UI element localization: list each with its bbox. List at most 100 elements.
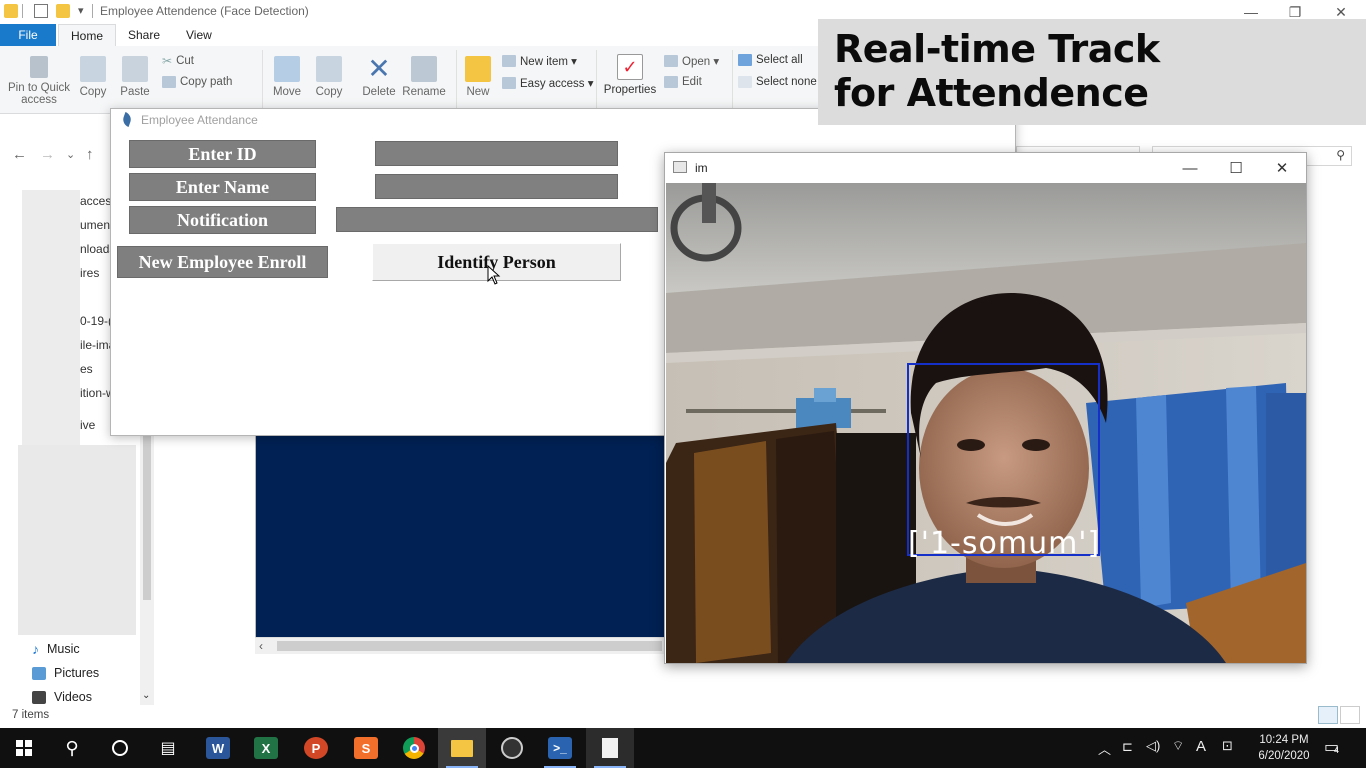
camera-window: im — ☐ ✕ ['1-somum'] bbox=[664, 152, 1307, 664]
select-none-label: Select none bbox=[756, 76, 817, 88]
id-input[interactable] bbox=[375, 141, 618, 166]
maximize-icon[interactable]: ☐ bbox=[1213, 155, 1259, 181]
app-icon bbox=[673, 161, 687, 173]
copy-path-button[interactable]: Copy path bbox=[162, 76, 232, 88]
task-view-icon[interactable]: ▤ bbox=[144, 728, 192, 768]
sublime-text-icon[interactable]: S bbox=[342, 728, 390, 768]
horizontal-scrollbar[interactable]: ‹ bbox=[255, 637, 665, 654]
nav-item-onedrive[interactable]: ive bbox=[80, 418, 95, 432]
move-to-button[interactable]: Move bbox=[270, 56, 304, 98]
nav-item-pictures-lib[interactable]: Pictures bbox=[32, 663, 99, 683]
tab-file[interactable]: File bbox=[0, 24, 56, 46]
properties-button[interactable]: ✓ Properties bbox=[602, 54, 658, 96]
new-folder-button[interactable]: New bbox=[462, 56, 494, 98]
action-icon[interactable]: ⊡ bbox=[1222, 738, 1233, 754]
close-icon[interactable]: ✕ bbox=[1259, 155, 1305, 181]
wifi-icon[interactable]: ⌔ bbox=[1172, 738, 1184, 754]
properties-icon: ✓ bbox=[617, 54, 643, 80]
nav-item-music[interactable]: ♪ Music bbox=[32, 639, 80, 659]
new-item-icon bbox=[502, 55, 516, 67]
tab-view[interactable]: View bbox=[174, 24, 224, 46]
notepad-icon[interactable] bbox=[586, 728, 634, 768]
input-language-icon[interactable]: A bbox=[1196, 738, 1206, 755]
large-icons-view-icon[interactable] bbox=[1340, 706, 1360, 724]
select-all-icon bbox=[738, 54, 752, 66]
tab-home[interactable]: Home bbox=[58, 24, 117, 46]
new-folder-quick-icon[interactable] bbox=[56, 4, 70, 18]
tab-share[interactable]: Share bbox=[116, 24, 172, 46]
scroll-left-icon[interactable]: ‹ bbox=[259, 639, 263, 653]
file-explorer-taskbar-icon[interactable] bbox=[438, 728, 486, 768]
copy-button[interactable]: Copy bbox=[76, 56, 110, 98]
videos-icon bbox=[32, 690, 46, 704]
network-icon[interactable]: ⊏ bbox=[1122, 739, 1133, 755]
select-none-button[interactable]: Select none bbox=[738, 76, 817, 88]
customize-quick-access-icon[interactable]: ▾ bbox=[78, 4, 84, 17]
video-caption-overlay: Real-time Track for Attendence bbox=[818, 19, 1366, 125]
open-button[interactable]: Open ▾ bbox=[664, 54, 719, 68]
search-icon: ⚲ bbox=[1336, 148, 1345, 162]
ribbon-separator bbox=[596, 50, 597, 110]
select-none-icon bbox=[738, 76, 752, 88]
horizontal-scrollbar-thumb[interactable] bbox=[277, 641, 662, 651]
volume-icon[interactable]: ◁) bbox=[1146, 738, 1160, 754]
delete-button[interactable]: ✕ Delete bbox=[360, 53, 398, 99]
name-input[interactable] bbox=[375, 174, 618, 199]
taskbar: ⚲ ▤ W X P S >_ ︿ ⊏ ◁) ⌔ A ⊡ 10:24 PM 6/2… bbox=[0, 728, 1366, 768]
powershell-icon[interactable]: >_ bbox=[536, 728, 584, 768]
pin-label: Pin to Quick access bbox=[8, 82, 70, 106]
nav-item-pictures[interactable]: ires bbox=[80, 266, 99, 280]
chrome-icon[interactable] bbox=[390, 728, 438, 768]
caption-line-2: for Attendence bbox=[834, 71, 1149, 115]
title-separator bbox=[92, 4, 93, 18]
delete-label: Delete bbox=[362, 86, 396, 98]
ribbon-separator bbox=[732, 50, 733, 110]
system-clock[interactable]: 10:24 PM 6/20/2020 bbox=[1252, 732, 1316, 764]
back-arrow-icon[interactable]: ← bbox=[12, 146, 27, 163]
minimize-icon[interactable]: — bbox=[1167, 155, 1213, 181]
start-button[interactable] bbox=[0, 728, 48, 768]
search-icon[interactable]: ⚲ bbox=[48, 728, 96, 768]
clock-time: 10:24 PM bbox=[1259, 734, 1309, 746]
details-view-icon[interactable] bbox=[1318, 706, 1338, 724]
explorer-window-title: Employee Attendence (Face Detection) bbox=[100, 4, 309, 18]
excel-icon[interactable]: X bbox=[242, 728, 290, 768]
scissors-icon: ✂ bbox=[162, 54, 173, 68]
rename-icon bbox=[411, 56, 437, 82]
select-all-button[interactable]: Select all bbox=[738, 54, 803, 66]
enter-id-label: Enter ID bbox=[129, 140, 316, 168]
background-app-window bbox=[255, 436, 665, 654]
properties-quick-icon[interactable] bbox=[34, 4, 48, 18]
nav-item-label: Videos bbox=[54, 690, 92, 704]
word-icon[interactable]: W bbox=[194, 728, 242, 768]
nav-item-folder[interactable]: 0-19-( bbox=[80, 314, 112, 328]
show-hidden-icons-icon[interactable]: ︿ bbox=[1098, 739, 1111, 758]
easy-access-button[interactable]: Easy access ▾ bbox=[502, 76, 594, 90]
nav-item-videos[interactable]: Videos bbox=[32, 687, 92, 707]
paste-button[interactable]: Paste bbox=[118, 56, 152, 98]
caption-line-1: Real-time Track bbox=[834, 27, 1160, 71]
notification-label: Notification bbox=[129, 206, 316, 234]
delete-icon: ✕ bbox=[367, 53, 391, 84]
edit-button[interactable]: Edit bbox=[664, 76, 702, 88]
notification-center-icon[interactable]: ▭ 4 bbox=[1324, 737, 1339, 757]
pin-to-quick-access-button[interactable]: Pin to Quick access bbox=[4, 56, 74, 106]
pictures-icon bbox=[32, 666, 46, 680]
powerpoint-icon[interactable]: P bbox=[292, 728, 340, 768]
cut-button[interactable]: ✂ Cut bbox=[162, 54, 194, 68]
copy-to-icon bbox=[316, 56, 342, 82]
up-arrow-icon[interactable]: ↑ bbox=[86, 146, 94, 163]
rename-button[interactable]: Rename bbox=[402, 56, 446, 98]
forward-arrow-icon[interactable]: → bbox=[40, 146, 55, 163]
enter-name-label: Enter Name bbox=[129, 173, 316, 201]
nav-item-label: Pictures bbox=[54, 666, 100, 680]
nav-item-folder[interactable]: es bbox=[80, 362, 93, 376]
camera-feed: ['1-somum'] bbox=[666, 183, 1306, 663]
obs-icon[interactable] bbox=[488, 728, 536, 768]
new-employee-enroll-button[interactable]: New Employee Enroll bbox=[117, 246, 328, 278]
recent-locations-icon[interactable]: ⌄ bbox=[66, 148, 75, 161]
cortana-icon[interactable] bbox=[96, 728, 144, 768]
new-item-button[interactable]: New item ▾ bbox=[502, 54, 577, 68]
scroll-down-icon[interactable]: ⌄ bbox=[142, 690, 150, 701]
copy-to-button[interactable]: Copy bbox=[312, 56, 346, 98]
